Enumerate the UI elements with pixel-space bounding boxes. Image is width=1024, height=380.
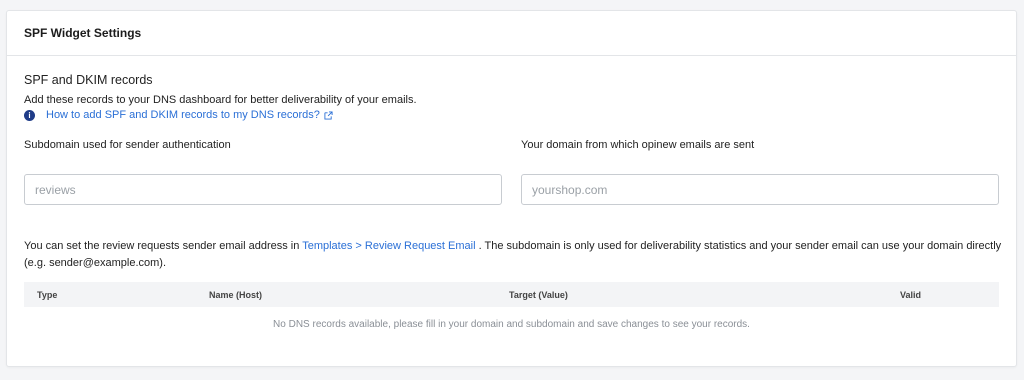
section-title: SPF and DKIM records bbox=[24, 73, 153, 87]
help-row: i How to add SPF and DKIM records to my … bbox=[24, 109, 333, 121]
sender-note: You can set the review requests sender e… bbox=[24, 238, 1004, 272]
dns-records-table: Type Name (Host) Target (Value) Valid No… bbox=[24, 282, 999, 330]
column-header-target: Target (Value) bbox=[509, 289, 568, 300]
subdomain-label: Subdomain used for sender authentication bbox=[24, 139, 231, 151]
templates-review-request-link[interactable]: Templates > Review Request Email bbox=[302, 240, 475, 252]
external-link-icon[interactable] bbox=[324, 110, 333, 120]
note-prefix: You can set the review requests sender e… bbox=[24, 240, 303, 252]
column-header-type: Type bbox=[37, 289, 58, 300]
empty-table-message: No DNS records available, please fill in… bbox=[273, 319, 750, 330]
domain-label: Your domain from which opinew emails are… bbox=[521, 139, 755, 151]
info-icon: i bbox=[24, 109, 35, 121]
column-header-name: Name (Host) bbox=[209, 289, 263, 300]
table-header: Type Name (Host) Target (Value) Valid bbox=[24, 282, 999, 307]
card-title: SPF Widget Settings bbox=[24, 26, 142, 40]
section-description: Add these records to your DNS dashboard … bbox=[24, 94, 417, 106]
card-header: SPF Widget Settings bbox=[7, 11, 1016, 56]
column-header-valid: Valid bbox=[900, 289, 922, 300]
spf-widget-settings-card: SPF Widget Settings SPF and DKIM records… bbox=[6, 10, 1017, 367]
help-link[interactable]: How to add SPF and DKIM records to my DN… bbox=[46, 109, 320, 121]
subdomain-input[interactable] bbox=[24, 174, 502, 205]
domain-input[interactable] bbox=[521, 174, 999, 205]
